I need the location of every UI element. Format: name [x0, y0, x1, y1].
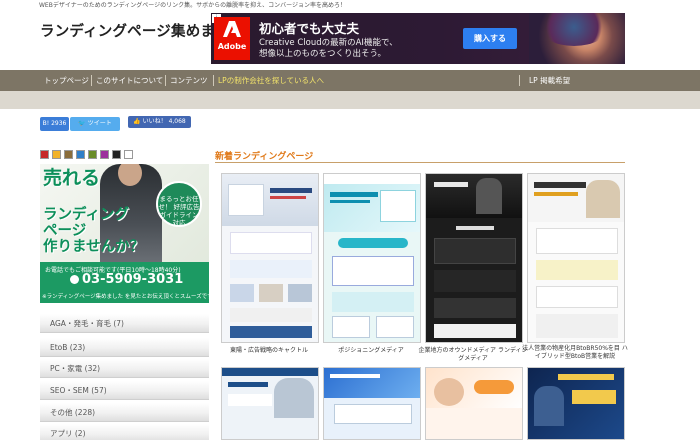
- nav-divider: [165, 75, 166, 86]
- tweet-label: ツイート: [87, 120, 112, 127]
- nav-item-contents[interactable]: コンテンツ: [170, 70, 208, 91]
- category-item[interactable]: EtoB (23): [40, 338, 209, 357]
- sidebar-lp-ad[interactable]: 売れる ランディング ページ 作りませんか？ まるっとお任せ！ 好評広告 ガイド…: [40, 164, 209, 303]
- ad-subline-1: Creative Cloudの最新のAI機能で、: [259, 38, 398, 48]
- swatch-yellow[interactable]: [52, 150, 61, 159]
- swatch-red[interactable]: [40, 150, 49, 159]
- lp-card-caption[interactable]: 東陽・広告戦略のキャクトル: [214, 347, 324, 355]
- section-divider: [215, 162, 625, 163]
- lp-card[interactable]: [221, 367, 319, 440]
- swatch-blue[interactable]: [76, 150, 85, 159]
- section-title: 新着ランディングページ: [215, 152, 314, 162]
- ad-headline: 初心者でも大丈夫: [259, 21, 360, 36]
- sidebar-ad-phone: 03-5909-3031: [70, 272, 183, 287]
- ad-subline-2: 想像以上のものをつくり出そう。: [259, 49, 386, 59]
- sidebar-ad-footer: ※ランディングページ集めました を見たとお伝え頂くとスムーズです。: [42, 294, 209, 300]
- lp-thumbnail: [222, 368, 318, 439]
- category-item[interactable]: アプリ (2): [40, 424, 209, 440]
- sidebar-ad-phone-number: 03-5909-3031: [82, 272, 184, 287]
- lp-card-caption[interactable]: 企業地方のオウンドメディア ランディングメディア: [418, 347, 528, 363]
- sidebar-ad-title-4: 作りませんか？: [43, 239, 145, 255]
- lp-thumbnail: [426, 174, 522, 342]
- swatch-green[interactable]: [88, 150, 97, 159]
- lp-card[interactable]: [221, 173, 319, 343]
- ad-buy-button[interactable]: 購入する: [463, 28, 517, 49]
- lp-thumbnail: [528, 174, 624, 342]
- category-item[interactable]: SEO・SEM (57): [40, 381, 209, 400]
- category-item[interactable]: PC・家電 (32): [40, 359, 209, 378]
- lp-card-caption[interactable]: 法人営業の物産化月BtoBR50%を目 ハイブリッド型BtoB営業を解説: [520, 345, 630, 361]
- tweet-button[interactable]: 🐦 ツイート: [70, 117, 120, 131]
- sidebar-ad-title-1: 売れる: [43, 167, 101, 189]
- thumbs-up-icon: 👍: [133, 118, 141, 125]
- ad-artwork: [529, 13, 625, 64]
- category-item[interactable]: その他 (228): [40, 403, 209, 422]
- swatch-black[interactable]: [112, 150, 121, 159]
- sidebar-ad-title-2: ランディング: [43, 207, 129, 223]
- sidebar-ad-title-3: ページ: [43, 223, 87, 239]
- sidebar-ad-badge: まるっとお任せ！ 好評広告 ガイドライン 対応: [156, 181, 202, 227]
- lp-card[interactable]: [527, 173, 625, 343]
- nav-divider: [519, 75, 520, 86]
- like-count: いいね！ 4,068: [142, 118, 186, 125]
- lp-thumbnail: [426, 368, 522, 439]
- lp-thumbnail: [324, 174, 420, 342]
- site-tagline: WEBデザイナーのためのランディングページのリンク集。サボからの離脱率を抑え、コ…: [39, 2, 347, 9]
- adobe-banner-ad[interactable]: i ✕ Adobe 初心者でも大丈夫 Creative Cloudの最新のAI機…: [211, 13, 625, 64]
- lp-thumbnail: [528, 368, 624, 439]
- ad-subline: Creative Cloudの最新のAI機能で、 想像以上のものをつくり出そう。: [259, 38, 439, 60]
- lp-card[interactable]: [425, 173, 523, 343]
- nav-item-lp-request[interactable]: LP 掲載希望: [529, 70, 570, 91]
- lp-card-caption[interactable]: ポジショニングメディア: [316, 347, 426, 355]
- lp-card[interactable]: [425, 367, 523, 440]
- lp-thumbnail: [324, 368, 420, 439]
- sidebar-ad-title-rest: ランディング ページ 作りませんか？: [43, 207, 144, 255]
- lp-card[interactable]: [527, 367, 625, 440]
- nav-item-top[interactable]: トップページ: [44, 70, 89, 91]
- sidebar-ad-contact-band: お電話でもご相談可能です(平日10時～18時40分) 03-5909-3031 …: [40, 262, 209, 303]
- swatch-brown[interactable]: [64, 150, 73, 159]
- sidebar-ad-title: 売れる: [43, 167, 101, 189]
- nav-item-lp-agency[interactable]: LPの制作会社を探している人へ: [218, 70, 324, 91]
- lp-thumbnail: [222, 174, 318, 342]
- adobe-a-icon: [223, 21, 241, 37]
- twitter-bird-icon: 🐦: [78, 120, 86, 127]
- phone-icon: [70, 275, 79, 284]
- category-item[interactable]: AGA・発毛・育毛 (7): [40, 314, 209, 333]
- nav-divider: [91, 75, 92, 86]
- adobe-logo: Adobe: [214, 17, 250, 60]
- swatch-purple[interactable]: [100, 150, 109, 159]
- swatch-white[interactable]: [124, 150, 133, 159]
- lp-card[interactable]: [323, 367, 421, 440]
- facebook-like-button[interactable]: 👍 いいね！ 4,068: [128, 116, 191, 128]
- nav-item-about[interactable]: このサイトについて: [96, 70, 163, 91]
- ad-brand: Adobe: [217, 42, 247, 51]
- nav-subbar: [0, 91, 700, 109]
- nav-divider: [213, 75, 214, 86]
- lp-card[interactable]: [323, 173, 421, 343]
- hatena-bookmark-button[interactable]: B! 2936: [40, 117, 69, 131]
